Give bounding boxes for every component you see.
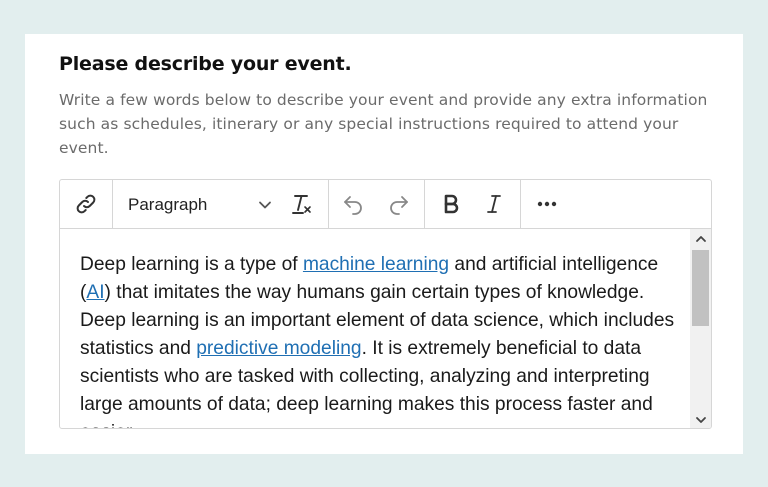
insert-link-button[interactable] xyxy=(69,188,103,220)
chevron-down-icon xyxy=(258,197,272,216)
bold-button[interactable] xyxy=(434,188,468,220)
redo-button[interactable] xyxy=(382,188,416,220)
editor-text[interactable]: Deep learning is a type of machine learn… xyxy=(80,251,685,428)
italic-button[interactable] xyxy=(477,188,511,220)
more-options-button[interactable] xyxy=(530,188,564,220)
content-text-segment: Deep learning is a type of xyxy=(80,254,303,275)
content-link[interactable]: predictive modeling xyxy=(196,338,361,359)
block-format-value: Paragraph xyxy=(128,195,208,214)
toolbar-group-style xyxy=(425,180,521,228)
toolbar-group-link xyxy=(60,180,113,228)
clear-formatting-button[interactable] xyxy=(285,188,319,220)
more-icon xyxy=(535,192,559,216)
block-format-select[interactable]: Paragraph xyxy=(113,188,281,220)
editor-scrollbar[interactable] xyxy=(690,229,711,428)
undo-icon xyxy=(341,192,365,216)
scrollbar-thumb[interactable] xyxy=(692,250,709,326)
bold-icon xyxy=(439,192,463,216)
chevron-down-icon xyxy=(695,410,707,429)
toolbar-group-format: Paragraph xyxy=(113,180,329,228)
clear-formatting-icon xyxy=(290,192,314,216)
editor-content-area[interactable]: Deep learning is a type of machine learn… xyxy=(60,229,689,428)
content-link[interactable]: AI xyxy=(86,282,104,303)
chevron-up-icon xyxy=(695,229,707,248)
link-icon xyxy=(74,192,98,216)
undo-button[interactable] xyxy=(336,188,370,220)
event-description-card: Please describe your event. Write a few … xyxy=(25,34,743,454)
italic-icon xyxy=(482,192,506,216)
scroll-down-button[interactable] xyxy=(690,410,711,428)
toolbar-group-history xyxy=(329,180,425,228)
rich-text-editor: Paragraph Deep learning is a type of mac… xyxy=(59,179,712,429)
scroll-up-button[interactable] xyxy=(690,229,711,247)
form-title: Please describe your event. xyxy=(59,53,352,75)
content-link[interactable]: machine learning xyxy=(303,254,449,275)
editor-toolbar: Paragraph xyxy=(60,180,711,229)
form-description: Write a few words below to describe your… xyxy=(59,91,708,157)
redo-icon xyxy=(387,192,411,216)
